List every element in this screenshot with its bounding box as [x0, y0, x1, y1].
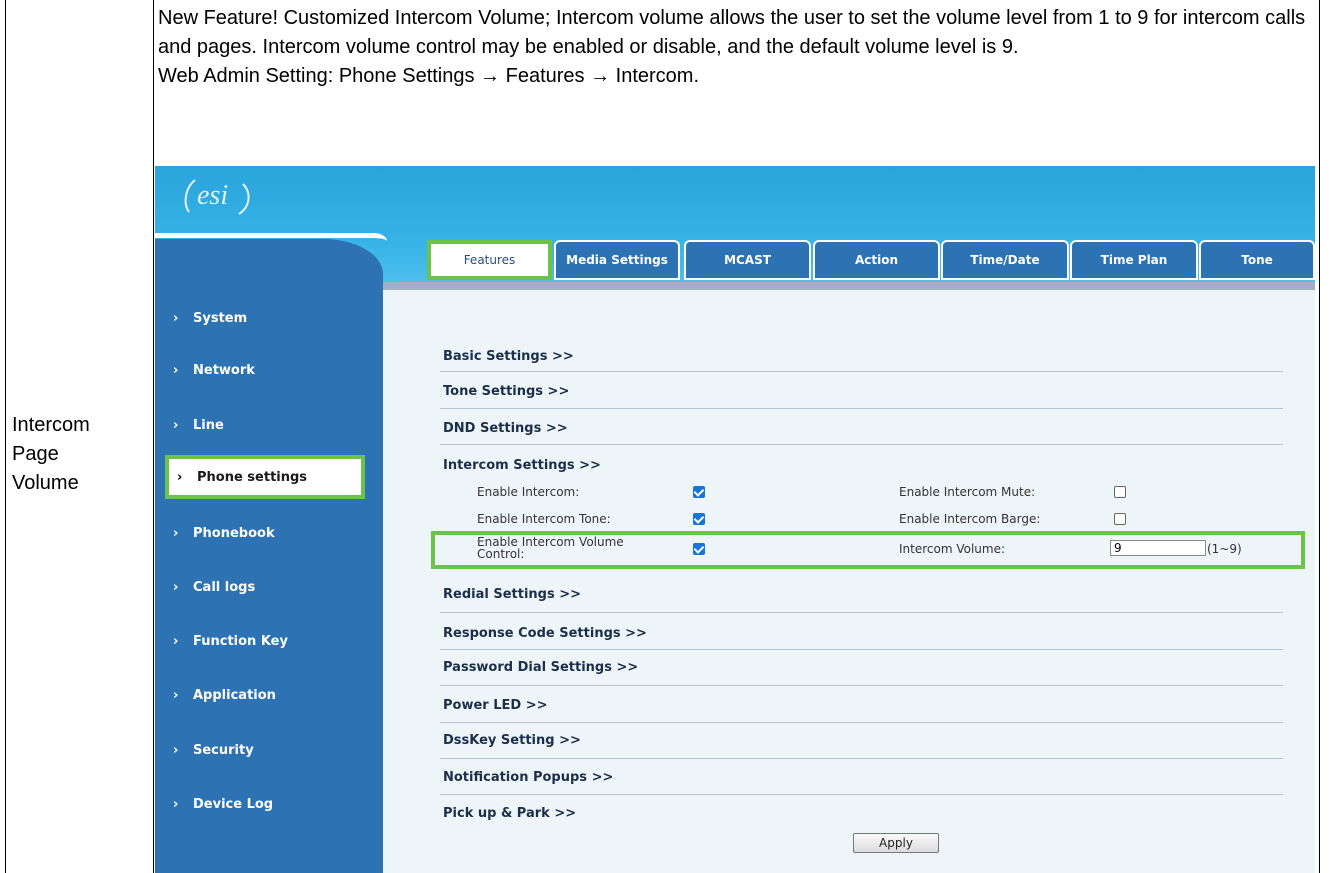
- web-admin-path: Web Admin Setting: Phone Settings → Feat…: [158, 65, 700, 87]
- sidebar-item-label: Function Key: [193, 633, 288, 649]
- sidebar-item-label: Security: [193, 742, 254, 758]
- divider: [440, 408, 1283, 409]
- sidebar-item-label: Call logs: [193, 579, 256, 595]
- divider: [440, 444, 1283, 445]
- sidebar-item-label: Phone settings: [197, 469, 308, 485]
- chevron-right-icon: ›: [177, 469, 183, 485]
- enable-intercom-barge-label: Enable Intercom Barge:: [899, 512, 1041, 526]
- sidebar-item-line[interactable]: › Line: [173, 413, 224, 437]
- section-power-led[interactable]: Power LED >>: [443, 698, 1283, 713]
- chevron-right-icon: ›: [173, 579, 179, 595]
- tab-time-plan[interactable]: Time Plan: [1070, 240, 1198, 280]
- row-label-line: Intercom: [12, 414, 90, 436]
- section-response-code-settings[interactable]: Response Code Settings >>: [443, 626, 1283, 641]
- tab-media-settings[interactable]: Media Settings: [554, 240, 680, 280]
- section-intercom-settings[interactable]: Intercom Settings >>: [443, 458, 1283, 473]
- tab-mcast[interactable]: MCAST: [684, 240, 811, 280]
- column-divider: [153, 0, 154, 873]
- sidebar-item-label: System: [193, 310, 248, 326]
- section-basic-settings[interactable]: Basic Settings >>: [443, 349, 1283, 364]
- sidebar-item-security[interactable]: › Security: [173, 738, 254, 762]
- tab-features[interactable]: Features: [427, 240, 552, 280]
- chevron-right-icon: ›: [173, 796, 179, 812]
- tab-label: Features: [463, 253, 516, 267]
- chevron-right-icon: ›: [173, 633, 179, 649]
- section-dsskey-setting[interactable]: DssKey Setting >>: [443, 733, 1283, 748]
- sidebar-item-phone-settings[interactable]: › Phone settings: [165, 455, 365, 499]
- sidebar-item-label: Device Log: [193, 796, 274, 812]
- divider: [440, 649, 1283, 650]
- sidebar: [155, 239, 383, 873]
- esi-logo: esi: [184, 179, 250, 215]
- tab-label: Time/Date: [970, 253, 1040, 267]
- description-paragraph: New Feature! Customized Intercom Volume;…: [158, 7, 1306, 58]
- content-panel: [383, 290, 1315, 873]
- sidebar-item-label: Line: [193, 417, 224, 433]
- tab-time-date[interactable]: Time/Date: [941, 240, 1069, 280]
- chevron-right-icon: ›: [173, 362, 179, 378]
- enable-intercom-tone-label: Enable Intercom Tone:: [477, 512, 611, 526]
- sidebar-item-call-logs[interactable]: › Call logs: [173, 575, 255, 599]
- section-password-dial-settings[interactable]: Password Dial Settings >>: [443, 660, 1283, 675]
- divider: [440, 612, 1283, 613]
- tab-label: Media Settings: [566, 253, 668, 267]
- sidebar-item-application[interactable]: › Application: [173, 683, 276, 707]
- enable-intercom-barge-checkbox[interactable]: [1114, 513, 1126, 525]
- tab-label: MCAST: [724, 253, 771, 267]
- enable-intercom-label: Enable Intercom:: [477, 485, 580, 499]
- chevron-right-icon: ›: [173, 742, 179, 758]
- divider: [440, 722, 1283, 723]
- divider: [440, 371, 1283, 372]
- content-top-strip: [383, 282, 1315, 290]
- section-redial-settings[interactable]: Redial Settings >>: [443, 587, 1283, 602]
- tab-bar: Features Media Settings MCAST Action Tim…: [427, 240, 1315, 282]
- sidebar-item-device-log[interactable]: › Device Log: [173, 792, 273, 816]
- chevron-right-icon: ›: [173, 525, 179, 541]
- sidebar-item-label: Network: [193, 362, 255, 378]
- sidebar-item-function-key[interactable]: › Function Key: [173, 629, 288, 653]
- section-dnd-settings[interactable]: DND Settings >>: [443, 421, 1283, 436]
- chevron-right-icon: ›: [173, 687, 179, 703]
- enable-intercom-mute-checkbox[interactable]: [1114, 486, 1126, 498]
- enable-intercom-mute-label: Enable Intercom Mute:: [899, 485, 1036, 499]
- section-tone-settings[interactable]: Tone Settings >>: [443, 384, 1283, 399]
- sidebar-item-network[interactable]: › Network: [173, 358, 255, 382]
- tab-label: Time Plan: [1100, 253, 1168, 267]
- tab-tone[interactable]: Tone: [1199, 240, 1315, 280]
- sidebar-item-phonebook[interactable]: › Phonebook: [173, 521, 275, 545]
- tab-action[interactable]: Action: [813, 240, 940, 280]
- sidebar-item-system[interactable]: › System: [173, 306, 247, 330]
- row-label-line: Volume: [12, 472, 79, 494]
- sidebar-item-label: Application: [193, 687, 276, 703]
- sidebar-item-label: Phonebook: [193, 525, 275, 541]
- tab-label: Action: [854, 253, 899, 267]
- enable-intercom-checkbox[interactable]: [693, 486, 705, 498]
- divider: [440, 794, 1283, 795]
- tab-label: Tone: [1241, 253, 1273, 267]
- divider: [440, 758, 1283, 759]
- apply-button[interactable]: Apply: [853, 833, 939, 853]
- description: New Feature! Customized Intercom Volume;…: [158, 4, 1318, 91]
- volume-highlight-box: [431, 531, 1305, 569]
- divider: [440, 685, 1283, 686]
- web-admin-screenshot: esi › System › Network › Line › Phone settin…: [155, 166, 1315, 873]
- section-notification-popups[interactable]: Notification Popups >>: [443, 770, 1283, 785]
- row-label-line: Page: [12, 443, 59, 465]
- sidebar-edge: [155, 233, 387, 241]
- section-pick-up-park[interactable]: Pick up & Park >>: [443, 806, 1283, 821]
- svg-text:esi: esi: [197, 180, 228, 211]
- enable-intercom-tone-checkbox[interactable]: [693, 513, 705, 525]
- row-label: Intercom Page Volume: [12, 411, 142, 498]
- chevron-right-icon: ›: [173, 417, 179, 433]
- chevron-right-icon: ›: [173, 310, 179, 326]
